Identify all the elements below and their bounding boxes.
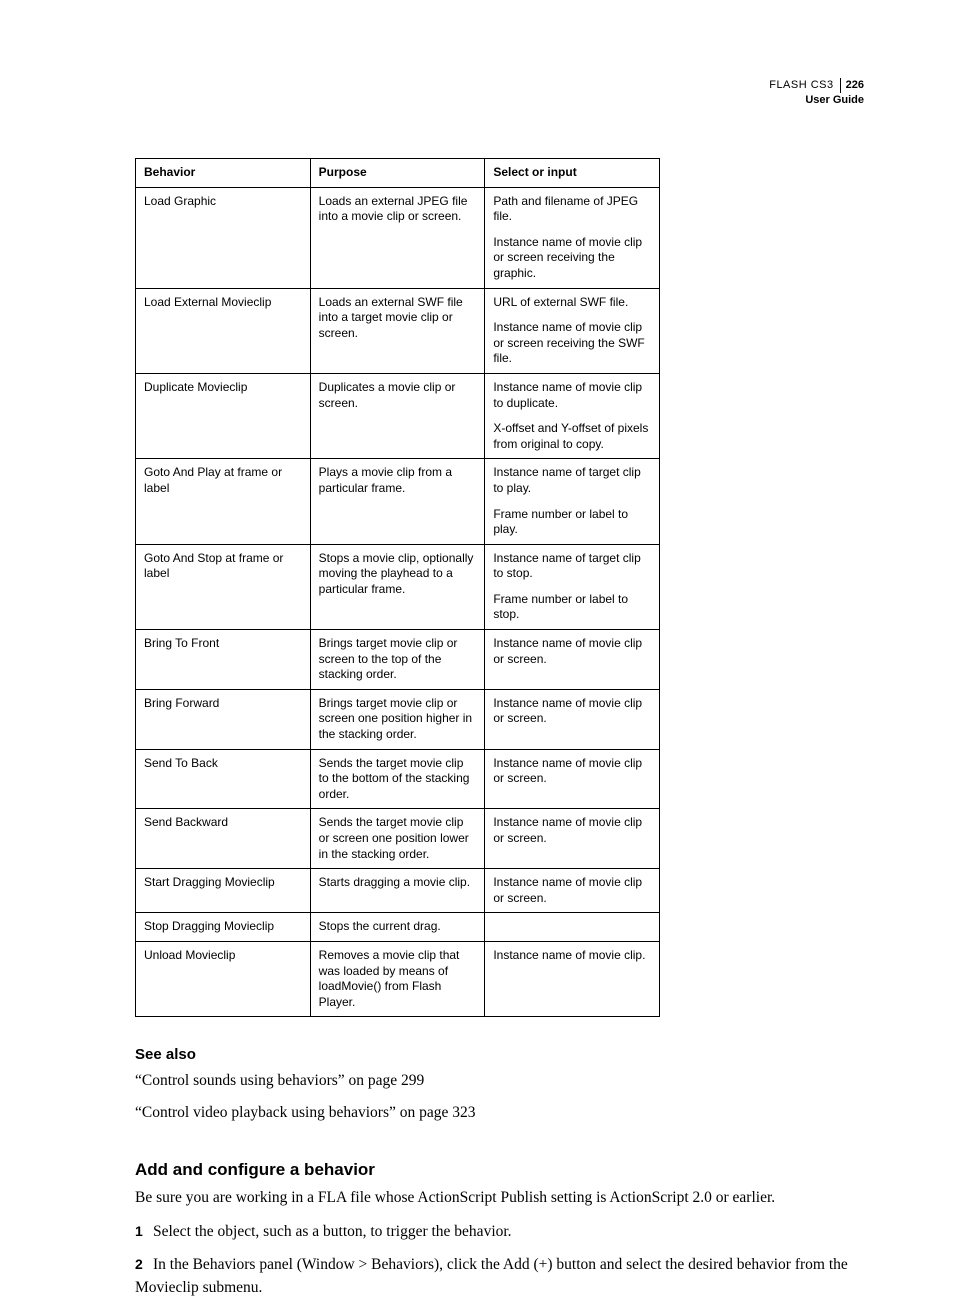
procedure-heading: Add and configure a behavior	[135, 1159, 864, 1182]
cell-purpose: Sends the target movie clip to the botto…	[310, 749, 485, 809]
cell-select-para: X-offset and Y-offset of pixels from ori…	[493, 421, 651, 452]
cell-select-para: Instance name of movie clip or screen re…	[493, 320, 651, 367]
cell-behavior: Load Graphic	[136, 187, 311, 288]
procedure-steps: 1Select the object, such as a button, to…	[135, 1220, 864, 1300]
cell-behavior: Bring Forward	[136, 689, 311, 749]
table-row: Load GraphicLoads an external JPEG file …	[136, 187, 660, 288]
table-row: Send To BackSends the target movie clip …	[136, 749, 660, 809]
cell-select: Instance name of target clip to play. Fra…	[485, 459, 660, 544]
table-row: Unload MovieclipRemoves a movie clip tha…	[136, 941, 660, 1016]
cell-select: Instance name of movie clip to duplicate…	[485, 373, 660, 458]
cell-select: URL of external SWF file. Instance name o…	[485, 288, 660, 373]
table-row: Goto And Play at frame or labelPlays a m…	[136, 459, 660, 544]
table-row: Stop Dragging MovieclipStops the current…	[136, 913, 660, 942]
cell-select-para: Instance name of movie clip or screen.	[493, 636, 651, 667]
table-row: Goto And Stop at frame or labelStops a m…	[136, 544, 660, 629]
cell-select-para: Instance name of movie clip.	[493, 948, 651, 964]
cell-select: Instance name of target clip to stop. Fra…	[485, 544, 660, 629]
cell-behavior: Goto And Stop at frame or label	[136, 544, 311, 629]
table-row: Bring ForwardBrings target movie clip or…	[136, 689, 660, 749]
procedure-step: 1Select the object, such as a button, to…	[135, 1220, 864, 1243]
cell-select-para: Instance name of movie clip to duplicate…	[493, 380, 651, 411]
cell-behavior: Start Dragging Movieclip	[136, 869, 311, 913]
cell-behavior: Duplicate Movieclip	[136, 373, 311, 458]
cell-purpose: Loads an external SWF file into a target…	[310, 288, 485, 373]
cell-select-para: Instance name of movie clip or screen.	[493, 875, 651, 906]
table-row: Send BackwardSends the target movie clip…	[136, 809, 660, 869]
see-also-heading: See also	[135, 1045, 864, 1065]
cell-purpose: Stops the current drag.	[310, 913, 485, 942]
cell-select: Path and filename of JPEG file. Instance …	[485, 187, 660, 288]
procedure-intro: Be sure you are working in a FLA file wh…	[135, 1187, 864, 1209]
see-also-link: “Control sounds using behaviors” on page…	[135, 1070, 864, 1092]
guide-label: User Guide	[769, 93, 864, 108]
cell-purpose: Loads an external JPEG file into a movie…	[310, 187, 485, 288]
col-header-behavior: Behavior	[136, 159, 311, 188]
cell-select-para: Instance name of movie clip or screen re…	[493, 235, 651, 282]
step-text: In the Behaviors panel (Window > Behavio…	[135, 1256, 848, 1296]
cell-behavior: Send To Back	[136, 749, 311, 809]
product-name: FLASH CS3	[769, 78, 839, 93]
cell-select-para: Instance name of movie clip or screen.	[493, 815, 651, 846]
cell-purpose: Duplicates a movie clip or screen.	[310, 373, 485, 458]
cell-purpose: Removes a movie clip that was loaded by …	[310, 941, 485, 1016]
table-row: Duplicate MovieclipDuplicates a movie cl…	[136, 373, 660, 458]
cell-purpose: Plays a movie clip from a particular fra…	[310, 459, 485, 544]
cell-select-para: Instance name of movie clip or screen.	[493, 756, 651, 787]
cell-select-para: URL of external SWF file.	[493, 295, 651, 311]
cell-behavior: Send Backward	[136, 809, 311, 869]
step-number: 1	[135, 1221, 153, 1242]
cell-behavior: Goto And Play at frame or label	[136, 459, 311, 544]
table-row: Bring To FrontBrings target movie clip o…	[136, 630, 660, 690]
cell-select-para: Frame number or label to play.	[493, 507, 651, 538]
table-row: Load External MovieclipLoads an external…	[136, 288, 660, 373]
cell-select-para: Instance name of target clip to play.	[493, 465, 651, 496]
col-header-select: Select or input	[485, 159, 660, 188]
table-header-row: Behavior Purpose Select or input	[136, 159, 660, 188]
cell-select: Instance name of movie clip or screen.	[485, 869, 660, 913]
cell-purpose: Starts dragging a movie clip.	[310, 869, 485, 913]
cell-purpose: Brings target movie clip or screen one p…	[310, 689, 485, 749]
running-header: FLASH CS3 226 User Guide	[769, 78, 864, 108]
cell-select	[485, 913, 660, 942]
table-body: Load GraphicLoads an external JPEG file …	[136, 187, 660, 1017]
see-also-link: “Control video playback using behaviors”…	[135, 1102, 864, 1124]
step-text: Select the object, such as a button, to …	[153, 1223, 512, 1240]
cell-select: Instance name of movie clip or screen.	[485, 689, 660, 749]
cell-behavior: Bring To Front	[136, 630, 311, 690]
page: FLASH CS3 226 User Guide Behavior Purpos…	[0, 0, 954, 1235]
cell-select-para: Frame number or label to stop.	[493, 592, 651, 623]
step-number: 2	[135, 1254, 153, 1275]
cell-select: Instance name of movie clip or screen.	[485, 809, 660, 869]
page-number: 226	[840, 78, 864, 93]
procedure-step: 2In the Behaviors panel (Window > Behavi…	[135, 1253, 864, 1300]
cell-select-para: Path and filename of JPEG file.	[493, 194, 651, 225]
cell-behavior: Unload Movieclip	[136, 941, 311, 1016]
behaviors-table: Behavior Purpose Select or input Load Gr…	[135, 158, 660, 1017]
cell-purpose: Stops a movie clip, optionally moving th…	[310, 544, 485, 629]
cell-behavior: Load External Movieclip	[136, 288, 311, 373]
cell-select: Instance name of movie clip or screen.	[485, 630, 660, 690]
cell-select: Instance name of movie clip or screen.	[485, 749, 660, 809]
cell-select-para: Instance name of movie clip or screen.	[493, 696, 651, 727]
cell-purpose: Sends the target movie clip or screen on…	[310, 809, 485, 869]
cell-select-para: Instance name of target clip to stop.	[493, 551, 651, 582]
col-header-purpose: Purpose	[310, 159, 485, 188]
cell-select: Instance name of movie clip.	[485, 941, 660, 1016]
cell-behavior: Stop Dragging Movieclip	[136, 913, 311, 942]
cell-purpose: Brings target movie clip or screen to th…	[310, 630, 485, 690]
table-row: Start Dragging MovieclipStarts dragging …	[136, 869, 660, 913]
